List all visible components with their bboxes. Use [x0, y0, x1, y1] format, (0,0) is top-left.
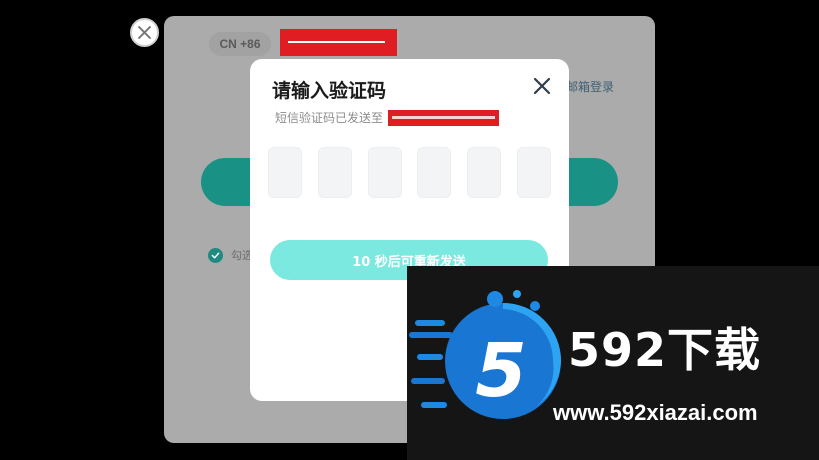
outer-close-button[interactable]	[130, 18, 159, 47]
code-digit-box[interactable]	[417, 147, 451, 198]
code-digit-box[interactable]	[368, 147, 402, 198]
sent-to-label: 短信验证码已发送至	[275, 111, 384, 125]
sent-to-row: 短信验证码已发送至	[275, 109, 500, 126]
phone-number-redaction	[280, 29, 397, 56]
modal-title: 请输入验证码	[272, 80, 387, 102]
screen: CN +86 邮箱登录 勾选 请输入验证码 短信验证码已发送至 10 秒后可重新…	[0, 0, 819, 460]
agreement-row[interactable]: 勾选	[208, 247, 253, 263]
code-digit-box[interactable]	[517, 147, 551, 198]
close-icon	[138, 26, 151, 39]
code-digit-box[interactable]	[318, 147, 352, 198]
close-icon	[533, 77, 551, 95]
country-code-selector[interactable]: CN +86	[209, 32, 271, 56]
code-input-group	[268, 147, 551, 198]
phone-number-redaction	[388, 109, 500, 126]
code-digit-box[interactable]	[268, 147, 302, 198]
watermark: 5 592下载 www.592xiazai.com	[407, 266, 819, 460]
watermark-brand: 592下载	[568, 323, 762, 377]
logo-digit: 5	[475, 328, 527, 414]
modal-close-button[interactable]	[533, 77, 551, 95]
watermark-url: www.592xiazai.com	[553, 400, 758, 425]
brand-logo: 5	[409, 290, 561, 419]
email-login-link[interactable]: 邮箱登录	[566, 78, 614, 95]
code-digit-box[interactable]	[467, 147, 501, 198]
check-circle-icon[interactable]	[208, 247, 223, 263]
